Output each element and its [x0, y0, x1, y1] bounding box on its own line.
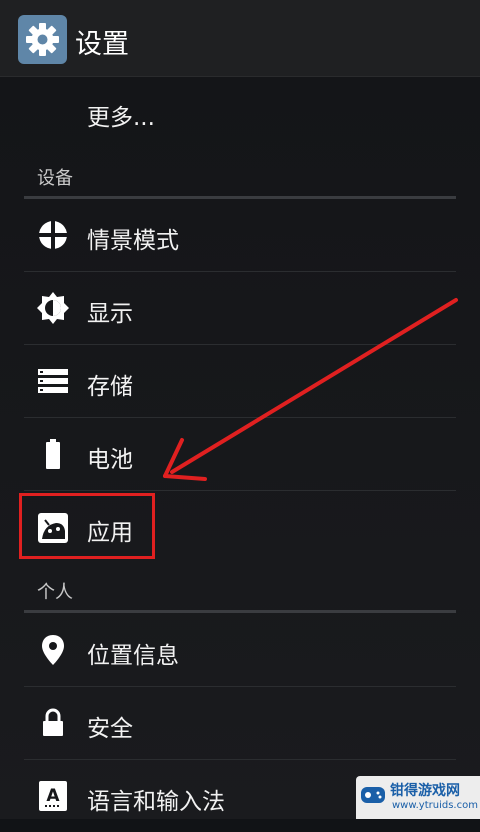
gamepad-logo-icon: [360, 782, 386, 808]
annotation-arrow: [163, 298, 458, 481]
watermark-url: www.ytruids.com: [392, 800, 478, 811]
watermark: 钳得游戏网 www.ytruids.com: [356, 776, 480, 819]
watermark-name: 钳得游戏网: [390, 783, 460, 799]
